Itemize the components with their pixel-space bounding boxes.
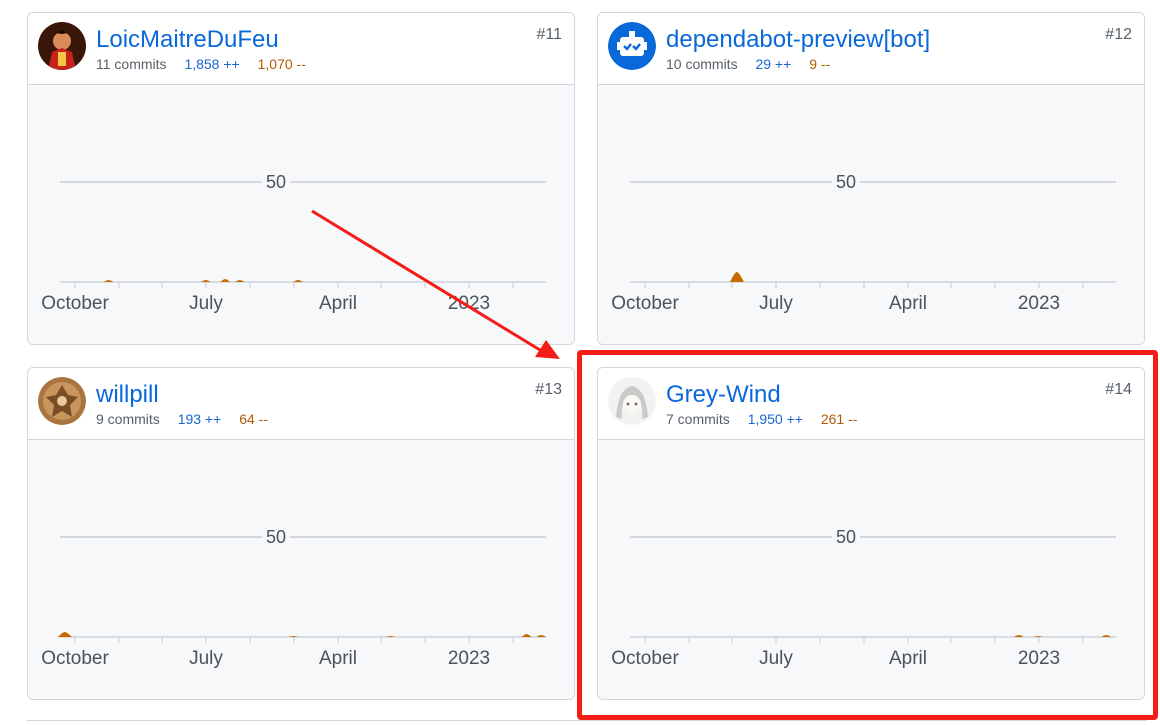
- activity-bump: [1013, 635, 1024, 637]
- x-axis-label: April: [319, 293, 357, 314]
- x-axis-label: April: [889, 293, 927, 314]
- commit-count[interactable]: 10 commits: [666, 56, 738, 72]
- contributor-stats: 7 commits 1,950 ++ 261 --: [666, 411, 857, 427]
- red-character-avatar[interactable]: [38, 22, 86, 70]
- anime-character-avatar[interactable]: [608, 377, 656, 425]
- contributor-stats: 10 commits 29 ++ 9 --: [666, 56, 830, 72]
- contributor-username[interactable]: LoicMaitreDuFeu: [96, 26, 279, 54]
- deletions-count: 261 --: [820, 411, 858, 427]
- contributor-rank: #11: [536, 26, 562, 43]
- next-card-edge: [27, 720, 1147, 725]
- x-axis-label: October: [41, 648, 109, 669]
- activity-bump: [521, 634, 532, 637]
- deletions-count: 64 --: [239, 411, 268, 427]
- activity-chart: 50 October July April 2023: [598, 85, 1144, 344]
- activity-bump: [220, 279, 231, 282]
- contributor-card: Grey-Wind 7 commits 1,950 ++ 261 -- #14 …: [597, 367, 1145, 700]
- contributor-card: dependabot-preview[bot] 10 commits 29 ++…: [597, 12, 1145, 345]
- contributor-rank: #12: [1105, 26, 1132, 43]
- contributor-username[interactable]: willpill: [96, 381, 159, 409]
- x-axis-label: October: [611, 648, 679, 669]
- contributor-rank: #14: [1105, 381, 1132, 398]
- x-axis-label: October: [611, 293, 679, 314]
- activity-bump: [234, 280, 245, 282]
- activity-bump: [57, 632, 72, 637]
- x-axis-label: April: [319, 648, 357, 669]
- commit-count[interactable]: 9 commits: [96, 411, 160, 427]
- activity-chart: 50 October July April 2023: [598, 440, 1144, 699]
- contributor-card: willpill 9 commits 193 ++ 64 -- #13 50 Oc…: [27, 367, 575, 700]
- commit-count[interactable]: 7 commits: [666, 411, 730, 427]
- emblem-avatar[interactable]: [38, 377, 86, 425]
- additions-count: 193 ++: [177, 411, 222, 427]
- contributor-username[interactable]: Grey-Wind: [666, 381, 781, 409]
- commit-count[interactable]: 11 commits: [96, 56, 167, 72]
- contributor-username[interactable]: dependabot-preview[bot]: [666, 26, 930, 54]
- gridline-label: 50: [836, 527, 856, 547]
- gridline-label: 50: [836, 172, 856, 192]
- additions-count: 29 ++: [755, 56, 792, 72]
- x-axis-label: July: [759, 648, 793, 669]
- contributor-stats: 11 commits 1,858 ++ 1,070 --: [96, 56, 306, 72]
- activity-chart: 50 October July April 2023: [28, 85, 574, 344]
- x-axis-label: October: [41, 293, 109, 314]
- x-axis-label: 2023: [1018, 648, 1060, 669]
- x-axis-label: 2023: [448, 293, 490, 314]
- deletions-count: 9 --: [809, 56, 831, 72]
- activity-chart-svg: 50 October July April 2023: [41, 526, 547, 669]
- activity-bump: [200, 280, 211, 282]
- activity-bump: [536, 635, 547, 637]
- x-axis-label: 2023: [448, 648, 490, 669]
- activity-chart: 50 October July April 2023: [28, 440, 574, 699]
- contributor-rank: #13: [535, 381, 562, 398]
- robot-avatar[interactable]: [608, 22, 656, 70]
- card-header: LoicMaitreDuFeu 11 commits 1,858 ++ 1,07…: [28, 13, 574, 85]
- card-header: Grey-Wind 7 commits 1,950 ++ 261 -- #14: [598, 368, 1144, 440]
- contributor-card: LoicMaitreDuFeu 11 commits 1,858 ++ 1,07…: [27, 12, 575, 345]
- gridline-label: 50: [266, 172, 286, 192]
- activity-chart-svg: 50 October July April 2023: [611, 526, 1116, 669]
- card-header: willpill 9 commits 193 ++ 64 -- #13: [28, 368, 574, 440]
- activity-bump: [103, 280, 114, 282]
- deletions-count: 1,070 --: [257, 56, 306, 72]
- contributor-stats: 9 commits 193 ++ 64 --: [96, 411, 268, 427]
- x-axis-label: July: [189, 648, 223, 669]
- x-axis-label: July: [759, 293, 793, 314]
- card-header: dependabot-preview[bot] 10 commits 29 ++…: [598, 13, 1144, 85]
- gridline-label: 50: [266, 527, 286, 547]
- additions-count: 1,950 ++: [747, 411, 803, 427]
- activity-chart-svg: 50 October July April 2023: [41, 171, 546, 314]
- x-axis-label: April: [889, 648, 927, 669]
- activity-bump: [1101, 635, 1112, 637]
- activity-bump: [293, 280, 304, 282]
- x-axis-label: July: [189, 293, 223, 314]
- activity-bump: [729, 272, 744, 282]
- x-axis-label: 2023: [1018, 293, 1060, 314]
- additions-count: 1,858 ++: [184, 56, 240, 72]
- activity-chart-svg: 50 October July April 2023: [611, 171, 1116, 314]
